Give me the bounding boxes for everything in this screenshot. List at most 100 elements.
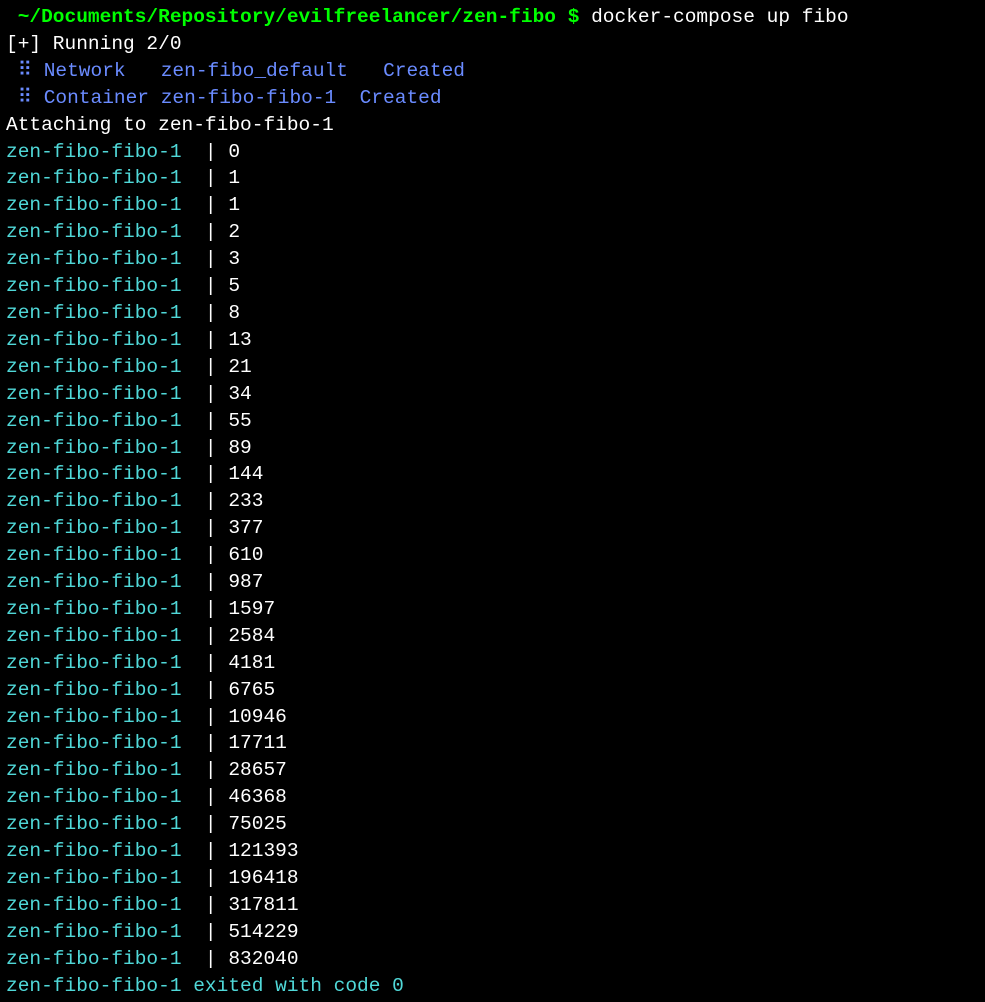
log-line: zen-fibo-fibo-1 | 75025: [6, 811, 979, 838]
log-value: 377: [228, 517, 263, 539]
log-line: zen-fibo-fibo-1 | 89: [6, 435, 979, 462]
log-line: zen-fibo-fibo-1 | 4181: [6, 650, 979, 677]
pipe-separator: |: [193, 517, 228, 539]
pipe-separator: |: [193, 141, 228, 163]
log-prefix: zen-fibo-fibo-1: [6, 141, 193, 163]
log-prefix: zen-fibo-fibo-1: [6, 437, 193, 459]
log-value: 6765: [228, 679, 275, 701]
pipe-separator: |: [193, 652, 228, 674]
log-prefix: zen-fibo-fibo-1: [6, 706, 193, 728]
pipe-separator: |: [193, 813, 228, 835]
log-prefix: zen-fibo-fibo-1: [6, 248, 193, 270]
log-line: zen-fibo-fibo-1 | 377: [6, 515, 979, 542]
attaching-line: Attaching to zen-fibo-fibo-1: [6, 112, 979, 139]
pipe-separator: |: [193, 490, 228, 512]
log-prefix: zen-fibo-fibo-1: [6, 867, 193, 889]
resource-status: Created: [383, 60, 465, 82]
log-value: 34: [228, 383, 251, 405]
pipe-separator: |: [193, 437, 228, 459]
log-line: zen-fibo-fibo-1 | 1: [6, 165, 979, 192]
log-value: 17711: [228, 732, 287, 754]
log-line: zen-fibo-fibo-1 | 1597: [6, 596, 979, 623]
log-line: zen-fibo-fibo-1 | 1: [6, 192, 979, 219]
command-text: docker-compose up fibo: [579, 6, 848, 28]
resource-name: zen-fibo_default: [161, 60, 383, 82]
log-value: 514229: [228, 921, 298, 943]
pipe-separator: |: [193, 356, 228, 378]
braille-icon: ⠿: [6, 60, 44, 82]
log-prefix: zen-fibo-fibo-1: [6, 517, 193, 539]
pipe-separator: |: [193, 463, 228, 485]
pipe-separator: |: [193, 598, 228, 620]
log-prefix: zen-fibo-fibo-1: [6, 759, 193, 781]
log-value: 75025: [228, 813, 287, 835]
log-prefix: zen-fibo-fibo-1: [6, 275, 193, 297]
pipe-separator: |: [193, 302, 228, 324]
log-line: zen-fibo-fibo-1 | 2: [6, 219, 979, 246]
log-value: 832040: [228, 948, 298, 970]
pipe-separator: |: [193, 383, 228, 405]
prompt-path: ~/Documents/Repository/evilfreelancer/ze…: [6, 6, 568, 28]
log-prefix: zen-fibo-fibo-1: [6, 732, 193, 754]
log-line: zen-fibo-fibo-1 | 2584: [6, 623, 979, 650]
log-line: zen-fibo-fibo-1 | 610: [6, 542, 979, 569]
pipe-separator: |: [193, 894, 228, 916]
log-line: zen-fibo-fibo-1 | 28657: [6, 757, 979, 784]
log-value: 0: [228, 141, 240, 163]
log-line: zen-fibo-fibo-1 | 8: [6, 300, 979, 327]
pipe-separator: |: [193, 867, 228, 889]
log-prefix: zen-fibo-fibo-1: [6, 490, 193, 512]
log-value: 13: [228, 329, 251, 351]
log-prefix: zen-fibo-fibo-1: [6, 813, 193, 835]
log-line: zen-fibo-fibo-1 | 6765: [6, 677, 979, 704]
pipe-separator: |: [193, 194, 228, 216]
log-value: 1: [228, 167, 240, 189]
exit-text: exited with code 0: [182, 975, 404, 997]
resource-line: ⠿ Network zen-fibo_default Created: [6, 58, 979, 85]
prompt-dollar: $: [568, 6, 580, 28]
log-prefix: zen-fibo-fibo-1: [6, 840, 193, 862]
pipe-separator: |: [193, 571, 228, 593]
log-prefix: zen-fibo-fibo-1: [6, 544, 193, 566]
log-line: zen-fibo-fibo-1 | 3: [6, 246, 979, 273]
log-prefix: zen-fibo-fibo-1: [6, 894, 193, 916]
log-line: zen-fibo-fibo-1 | 46368: [6, 784, 979, 811]
log-value: 2584: [228, 625, 275, 647]
log-value: 196418: [228, 867, 298, 889]
log-value: 987: [228, 571, 263, 593]
log-prefix: zen-fibo-fibo-1: [6, 598, 193, 620]
braille-icon: ⠿: [6, 87, 44, 109]
log-prefix: zen-fibo-fibo-1: [6, 652, 193, 674]
log-value: 4181: [228, 652, 275, 674]
log-line: zen-fibo-fibo-1 | 196418: [6, 865, 979, 892]
log-line: zen-fibo-fibo-1 | 13: [6, 327, 979, 354]
pipe-separator: |: [193, 248, 228, 270]
log-value: 1597: [228, 598, 275, 620]
log-line: zen-fibo-fibo-1 | 121393: [6, 838, 979, 865]
log-value: 1: [228, 194, 240, 216]
log-value: 89: [228, 437, 251, 459]
log-line: zen-fibo-fibo-1 | 514229: [6, 919, 979, 946]
log-line: zen-fibo-fibo-1 | 317811: [6, 892, 979, 919]
log-value: 55: [228, 410, 251, 432]
log-line: zen-fibo-fibo-1 | 5: [6, 273, 979, 300]
log-value: 28657: [228, 759, 287, 781]
log-prefix: zen-fibo-fibo-1: [6, 571, 193, 593]
pipe-separator: |: [193, 706, 228, 728]
pipe-separator: |: [193, 948, 228, 970]
running-status: [+] Running 2/0: [6, 31, 979, 58]
pipe-separator: |: [193, 167, 228, 189]
log-line: zen-fibo-fibo-1 | 0: [6, 139, 979, 166]
log-value: 8: [228, 302, 240, 324]
exit-line: zen-fibo-fibo-1 exited with code 0: [6, 973, 979, 1000]
log-prefix: zen-fibo-fibo-1: [6, 679, 193, 701]
log-prefix: zen-fibo-fibo-1: [6, 625, 193, 647]
pipe-separator: |: [193, 732, 228, 754]
log-prefix: zen-fibo-fibo-1: [6, 356, 193, 378]
pipe-separator: |: [193, 840, 228, 862]
log-prefix: zen-fibo-fibo-1: [6, 302, 193, 324]
log-line: zen-fibo-fibo-1 | 144: [6, 461, 979, 488]
log-value: 46368: [228, 786, 287, 808]
log-line: zen-fibo-fibo-1 | 21: [6, 354, 979, 381]
exit-prefix: zen-fibo-fibo-1: [6, 975, 182, 997]
